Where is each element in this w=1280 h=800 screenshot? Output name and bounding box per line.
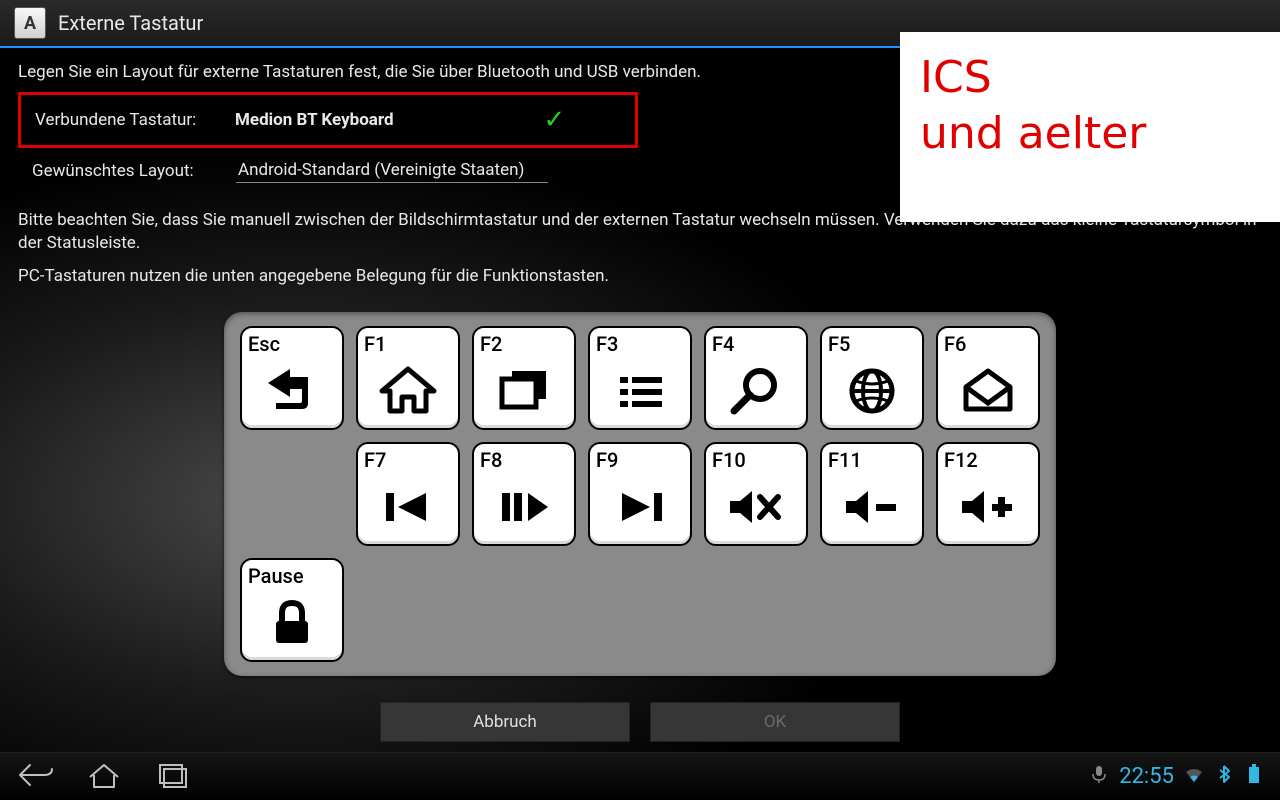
play-pause-icon (480, 472, 568, 540)
key-f5: F5 (820, 326, 924, 430)
annotation-line1: ICS (920, 50, 1260, 106)
function-key-grid: Esc F1 F2 F3 (224, 312, 1056, 676)
key-label: F1 (364, 332, 452, 356)
mic-icon (1089, 764, 1109, 790)
desired-layout-label: Gewünschtes Layout: (32, 161, 232, 181)
key-f8: F8 (472, 442, 576, 546)
layout-select[interactable]: Android-Standard (Vereinigte Staaten) (236, 158, 548, 183)
key-f12: F12 (936, 442, 1040, 546)
key-label: Esc (248, 332, 336, 356)
menu-icon (596, 356, 684, 424)
connected-keyboard-value: Medion BT Keyboard (235, 110, 394, 130)
check-icon: ✓ (544, 105, 566, 135)
key-label: F3 (596, 332, 684, 356)
nav-recent-button[interactable] (152, 761, 192, 793)
key-label: F5 (828, 332, 916, 356)
lock-icon (248, 588, 336, 656)
mute-icon (712, 472, 800, 540)
volume-up-icon (944, 472, 1032, 540)
app-icon: A (14, 7, 46, 39)
key-label: F10 (712, 448, 800, 472)
key-f7: F7 (356, 442, 460, 546)
key-label: F9 (596, 448, 684, 472)
key-label: F6 (944, 332, 1032, 356)
search-icon (712, 356, 800, 424)
home-icon (364, 356, 452, 424)
key-label: Pause (248, 564, 336, 588)
annotation-overlay: ICS und aelter (900, 32, 1280, 222)
wifi-icon (1184, 764, 1204, 790)
key-f10: F10 (704, 442, 808, 546)
key-label: F12 (944, 448, 1032, 472)
note-text-2: PC-Tastaturen nutzen die unten angegeben… (18, 265, 1262, 288)
key-f3: F3 (588, 326, 692, 430)
key-f11: F11 (820, 442, 924, 546)
key-label: F8 (480, 448, 568, 472)
key-label: F2 (480, 332, 568, 356)
ok-button[interactable]: OK (650, 702, 900, 742)
key-label: F11 (828, 448, 916, 472)
key-pause: Pause (240, 558, 344, 662)
next-track-icon (596, 472, 684, 540)
annotation-line2: und aelter (920, 106, 1260, 162)
key-f2: F2 (472, 326, 576, 430)
key-label: F7 (364, 448, 452, 472)
key-f4: F4 (704, 326, 808, 430)
battery-icon (1244, 764, 1264, 790)
dialog-button-bar: Abbruch OK (18, 702, 1262, 742)
nav-home-button[interactable] (84, 761, 124, 793)
back-icon (248, 356, 336, 424)
desired-layout-row[interactable]: Gewünschtes Layout: Android-Standard (Ve… (18, 148, 638, 193)
bluetooth-icon (1214, 764, 1234, 790)
page-title: Externe Tastatur (58, 11, 203, 35)
mail-icon (944, 356, 1032, 424)
connected-keyboard-label: Verbundene Tastatur: (35, 110, 235, 130)
key-f6: F6 (936, 326, 1040, 430)
key-f9: F9 (588, 442, 692, 546)
system-nav-bar: 22:55 (0, 752, 1280, 800)
recent-apps-icon (480, 356, 568, 424)
connected-keyboard-row: Verbundene Tastatur: Medion BT Keyboard … (18, 92, 638, 148)
cancel-button[interactable]: Abbruch (380, 702, 630, 742)
layout-select-value: Android-Standard (Vereinigte Staaten) (238, 160, 524, 180)
key-esc: Esc (240, 326, 344, 430)
status-time: 22:55 (1119, 764, 1174, 789)
key-label: F4 (712, 332, 800, 356)
globe-icon (828, 356, 916, 424)
nav-back-button[interactable] (16, 761, 56, 793)
prev-track-icon (364, 472, 452, 540)
key-f1: F1 (356, 326, 460, 430)
volume-down-icon (828, 472, 916, 540)
